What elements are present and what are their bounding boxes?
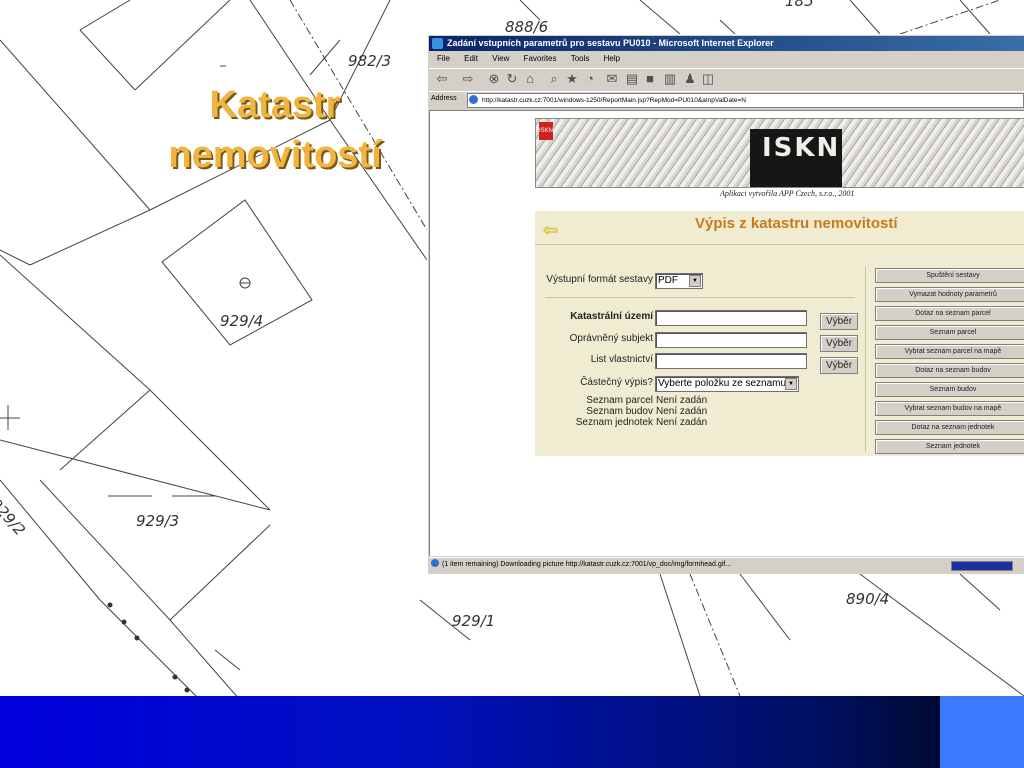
- progress-bar: [951, 561, 1013, 571]
- browser-toolbar: ⇦ ⇨ ⊗ ↻ ⌂ ⌕ ★ ◔ ✉ ▤ ■ ▥ ♟ ◫: [429, 68, 1024, 92]
- print-icon[interactable]: ▤: [625, 72, 639, 86]
- back-icon[interactable]: ⇦: [435, 72, 449, 86]
- menu-tools[interactable]: Tools: [571, 54, 590, 63]
- authorized-subject-input[interactable]: [655, 332, 807, 348]
- stop-icon[interactable]: ⊗: [487, 72, 501, 86]
- header-banner: ISKN ISKN: [535, 118, 1024, 188]
- page-icon: [469, 95, 478, 104]
- building-list-value: Není zadán: [656, 406, 708, 417]
- building-list-button[interactable]: Seznam budov: [875, 382, 1024, 397]
- ownership-sheet-input[interactable]: [655, 353, 807, 369]
- parcel-label-929-4: 929/4: [220, 312, 264, 330]
- unit-list-button[interactable]: Seznam jednotek: [875, 439, 1024, 454]
- query-parcel-list-button[interactable]: Dotaz na seznam parcel: [875, 306, 1024, 321]
- status-text: (1 item remaining) Downloading picture h…: [442, 561, 732, 568]
- address-bar: Address http://katastr.cuzk.cz:7001/wind…: [429, 91, 1024, 108]
- discuss-icon[interactable]: ▥: [663, 72, 677, 86]
- chevron-down-icon: ▼: [689, 275, 701, 287]
- divider: [535, 244, 1024, 245]
- slide-footer-bar: [0, 696, 1024, 768]
- menu-favorites[interactable]: Favorites: [524, 54, 557, 63]
- banner-caption: Aplikaci vytvořila APP Czech, s.r.o., 20…: [720, 189, 855, 198]
- form-panel: ⇦ Výpis z katastru nemovitostí Výstupní …: [535, 211, 1024, 456]
- parcel-label-top-right: 185: [785, 0, 814, 10]
- output-format-label: Výstupní formát sestavy: [546, 274, 653, 285]
- form-title: Výpis z katastru nemovitostí: [695, 215, 898, 232]
- banner-badge: ISKN: [539, 122, 553, 140]
- parcel-list-label: Seznam parcel: [586, 395, 653, 406]
- media-icon[interactable]: ◫: [701, 72, 715, 86]
- select-authorized-subject-button[interactable]: Výběr: [820, 335, 858, 352]
- query-unit-list-button[interactable]: Dotaz na seznam jednotek: [875, 420, 1024, 435]
- divider: [865, 267, 866, 452]
- output-format-select[interactable]: PDF ▼: [655, 273, 703, 289]
- query-building-list-button[interactable]: Dotaz na seznam budov: [875, 363, 1024, 378]
- browser-window: Zadání vstupních parametrů pro sestavu P…: [427, 34, 1024, 574]
- slide-title-line-1: Katastr: [209, 84, 341, 126]
- address-label: Address: [431, 95, 457, 102]
- parcel-label-890-4: 890/4: [846, 590, 890, 608]
- parcel-list-value: Není zadán: [656, 395, 708, 406]
- parcel-list-button[interactable]: Seznam parcel: [875, 325, 1024, 340]
- search-icon[interactable]: ⌕: [547, 72, 561, 86]
- divider: [545, 297, 855, 298]
- unit-list-label: Seznam jednotek: [575, 417, 653, 428]
- page-icon: [431, 559, 439, 567]
- building-list-label: Seznam budov: [586, 406, 653, 417]
- parcel-label-929-3: 929/3: [136, 512, 180, 530]
- chevron-down-icon: ▼: [785, 378, 797, 390]
- forward-icon[interactable]: ⇨: [461, 72, 475, 86]
- partial-extract-select[interactable]: Vyberte položku ze seznamu ▼: [655, 376, 799, 392]
- refresh-icon[interactable]: ↻: [505, 72, 519, 86]
- parcel-label-929-1: 929/1: [452, 612, 496, 630]
- favorites-icon[interactable]: ★: [565, 72, 579, 86]
- slide-title: Katastr nemovitostí: [150, 80, 400, 180]
- mail-icon[interactable]: ✉: [605, 72, 619, 86]
- edit-icon[interactable]: ■: [643, 72, 657, 86]
- partial-extract-value: Vyberte položku ze seznamu: [658, 378, 787, 389]
- run-report-button[interactable]: Spuštění sestavy: [875, 268, 1024, 283]
- address-field[interactable]: http://katastr.cuzk.cz:7001/windows-1250…: [467, 93, 1024, 108]
- authorized-subject-label: Oprávněný subjekt: [569, 333, 653, 344]
- history-icon[interactable]: ◔: [583, 72, 597, 86]
- window-titlebar[interactable]: Zadání vstupních parametrů pro sestavu P…: [429, 36, 1024, 51]
- ownership-sheet-label: List vlastnictví: [590, 354, 653, 365]
- output-format-value: PDF: [658, 275, 678, 286]
- select-ownership-sheet-button[interactable]: Výběr: [820, 357, 858, 374]
- menu-view[interactable]: View: [492, 54, 509, 63]
- select-cadastral-area-button[interactable]: Výběr: [820, 313, 858, 330]
- menu-file[interactable]: File: [437, 54, 450, 63]
- iskn-logo: ISKN: [750, 129, 842, 187]
- messenger-icon[interactable]: ♟: [683, 72, 697, 86]
- cadastral-area-input[interactable]: [655, 310, 807, 326]
- partial-extract-label: Částečný výpis?: [580, 377, 653, 388]
- menu-bar: File Edit View Favorites Tools Help: [429, 52, 1024, 66]
- iskn-logo-text: ISKN: [762, 133, 841, 163]
- home-icon[interactable]: ⌂: [523, 72, 537, 86]
- menu-help[interactable]: Help: [604, 54, 620, 63]
- clear-parameters-button[interactable]: Vymazat hodnoty parametrů: [875, 287, 1024, 302]
- unit-list-value: Není zadán: [656, 417, 708, 428]
- status-bar: (1 item remaining) Downloading picture h…: [429, 557, 1024, 572]
- select-parcels-on-map-button[interactable]: Vybrat seznam parcel na mapě: [875, 344, 1024, 359]
- page-content: ISKN ISKN Aplikaci vytvořila APP Czech, …: [429, 110, 1024, 556]
- window-title: Zadání vstupních parametrů pro sestavu P…: [447, 38, 774, 48]
- back-arrow-icon[interactable]: ⇦: [543, 221, 558, 239]
- parcel-label-982-3: 982/3: [348, 52, 392, 70]
- internet-explorer-icon: [432, 38, 443, 49]
- select-buildings-on-map-button[interactable]: Vybrat seznam budov na mapě: [875, 401, 1024, 416]
- slide-title-line-2: nemovitostí: [168, 134, 382, 176]
- menu-edit[interactable]: Edit: [464, 54, 478, 63]
- slide-footer-accent: [940, 696, 1024, 768]
- cadastral-area-label: Katastrální území: [570, 311, 653, 322]
